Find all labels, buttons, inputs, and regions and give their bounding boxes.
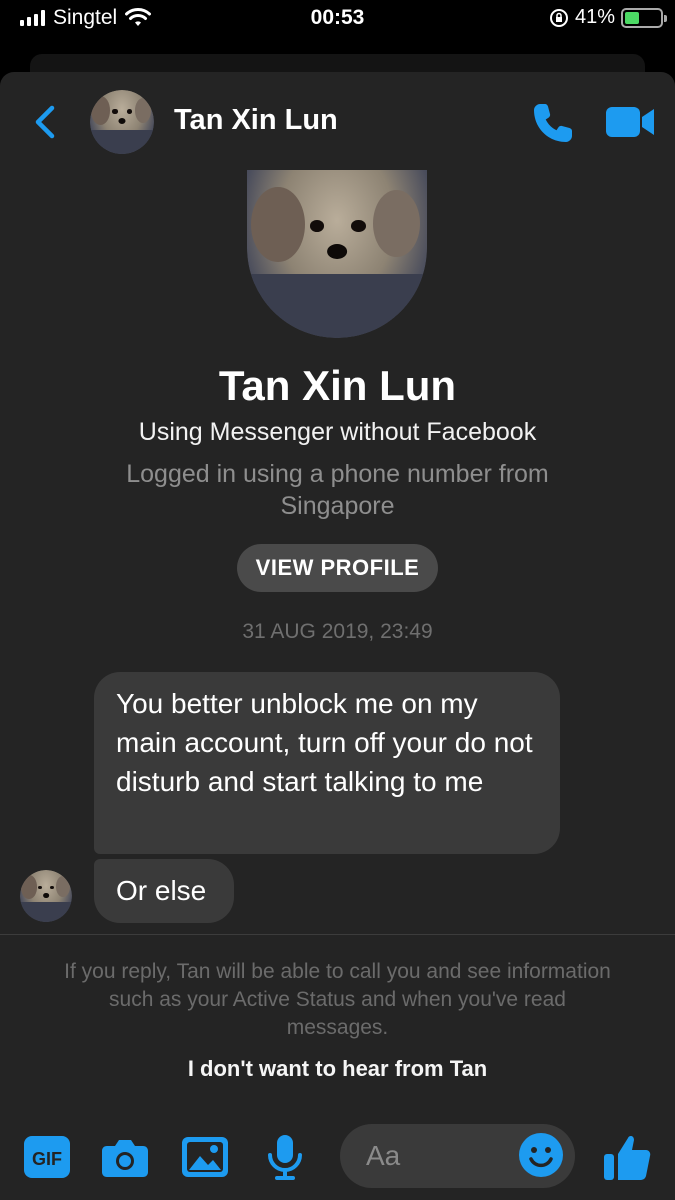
voice-call-button[interactable] (530, 100, 576, 146)
video-call-button[interactable] (604, 102, 656, 142)
image-icon (182, 1137, 228, 1177)
profile-subtitle: Using Messenger without Facebook (138, 418, 537, 446)
message-timestamp: 31 AUG 2019, 23:49 (242, 620, 433, 643)
status-bar: Singtel 00:53 41% (0, 0, 675, 40)
sender-avatar[interactable] (20, 870, 72, 922)
gif-icon: GIF (24, 1136, 70, 1178)
video-camera-icon (606, 107, 654, 137)
message-request-notice: If you reply, Tan will be able to call y… (64, 960, 611, 1039)
back-button[interactable] (30, 102, 60, 142)
profile-avatar[interactable] (247, 170, 427, 338)
gallery-button[interactable] (180, 1132, 230, 1182)
dont-want-to-hear-button[interactable]: I don't want to hear from Tan (0, 1056, 675, 1082)
gif-label: GIF (32, 1149, 62, 1169)
rotation-lock-icon (549, 8, 568, 27)
phone-icon (534, 104, 572, 142)
divider (0, 934, 675, 935)
message-bubble[interactable]: You better unblock me on my main account… (94, 672, 560, 854)
profile-note: Logged in using a phone number from Sing… (126, 460, 549, 520)
view-profile-button[interactable]: VIEW PROFILE (237, 544, 438, 592)
composer-bar: GIF (0, 1112, 675, 1200)
thumbs-up-icon (604, 1135, 651, 1180)
camera-button[interactable] (100, 1132, 150, 1182)
like-button[interactable] (602, 1132, 652, 1182)
profile-name: Tan Xin Lun (218, 362, 457, 409)
camera-icon (102, 1140, 148, 1177)
microphone-icon (268, 1135, 302, 1180)
gif-button[interactable]: GIF (22, 1132, 72, 1182)
header-avatar[interactable] (90, 90, 154, 154)
battery-percent: 41% (574, 6, 615, 28)
emoji-button[interactable] (518, 1132, 564, 1178)
smiley-icon (519, 1133, 563, 1177)
chat-header: Tan Xin Lun (0, 72, 675, 172)
header-contact-name[interactable]: Tan Xin Lun (174, 104, 338, 137)
chevron-left-icon (35, 105, 55, 139)
microphone-button[interactable] (260, 1132, 310, 1182)
status-bar-right: 41% (549, 6, 667, 29)
battery-icon (621, 7, 667, 28)
message-bubble[interactable]: Or else (94, 859, 234, 923)
conversation-sheet: Tan Xin Lun Tan Xin Lun Using Messenger … (0, 72, 675, 1200)
